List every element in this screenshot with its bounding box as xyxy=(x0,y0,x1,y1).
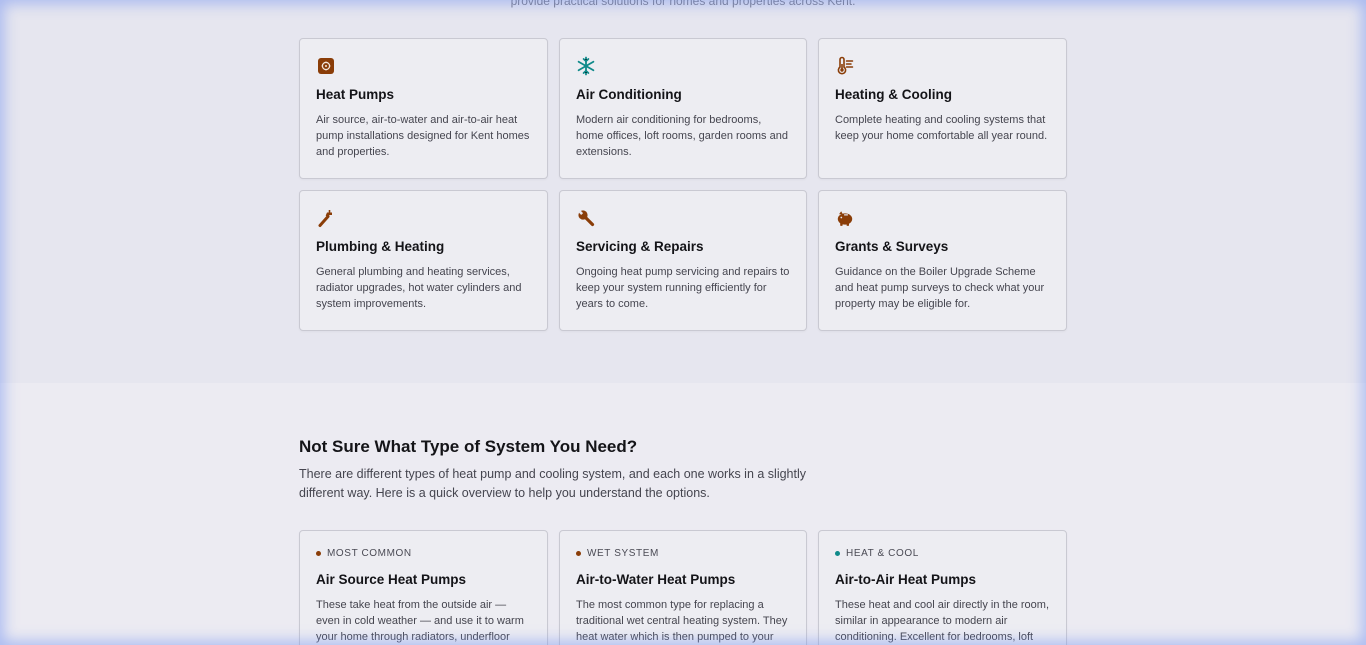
system-type-description: These take heat from the outside air — e… xyxy=(316,598,524,643)
pipe-wrench-icon xyxy=(318,210,332,227)
heat-pump-icon xyxy=(318,58,334,74)
service-title: Heating & Cooling xyxy=(835,87,952,102)
type-tag: HEAT & COOL xyxy=(835,547,1050,559)
piggy-bank-icon xyxy=(837,211,853,226)
system-type-card-air-to-air[interactable]: HEAT & COOL Air-to-Air Heat Pumps These … xyxy=(818,530,1067,645)
system-type-description: These heat and cool air directly in the … xyxy=(835,598,1050,643)
service-title: Heat Pumps xyxy=(316,87,395,102)
service-card-servicing-repairs[interactable]: Servicing & Repairs Ongoing heat pump se… xyxy=(559,190,807,331)
tag-label: HEAT & COOL xyxy=(846,547,919,559)
service-title: Grants & Surveys xyxy=(835,239,949,254)
tag-label: MOST COMMON xyxy=(327,547,412,559)
tag-dot xyxy=(835,550,840,556)
service-title: Plumbing & Heating xyxy=(316,239,445,254)
tag-dot xyxy=(576,550,581,556)
tag-label: WET SYSTEM xyxy=(587,547,659,559)
service-description: Air source, air-to-water and air-to-air … xyxy=(316,113,530,158)
tag-dot xyxy=(316,550,321,556)
section-title: Not Sure What Type of System You Need? xyxy=(299,437,638,456)
wrench-icon xyxy=(578,210,595,227)
snowflake-icon xyxy=(577,56,595,76)
system-type-description: The most common type for replacing a tra… xyxy=(576,598,788,643)
service-card-heating-cooling[interactable]: Heating & Cooling Complete heating and c… xyxy=(818,38,1067,179)
intro-text: provide practical solutions for homes an… xyxy=(510,0,856,8)
system-type-title: Air Source Heat Pumps xyxy=(316,572,467,587)
service-description: Guidance on the Boiler Upgrade Scheme an… xyxy=(835,265,1045,310)
service-description: Ongoing heat pump servicing and repairs … xyxy=(576,265,790,310)
service-card-heat-pumps[interactable]: Heat Pumps Air source, air-to-water and … xyxy=(299,38,548,179)
service-description: Modern air conditioning for bedrooms, ho… xyxy=(576,113,788,158)
service-description: Complete heating and cooling systems tha… xyxy=(835,113,1048,142)
system-type-card-air-source[interactable]: MOST COMMON Air Source Heat Pumps These … xyxy=(299,530,548,645)
system-types-grid: MOST COMMON Air Source Heat Pumps These … xyxy=(299,530,1067,645)
services-grid: Heat Pumps Air source, air-to-water and … xyxy=(299,38,1067,331)
service-description: General plumbing and heating services, r… xyxy=(316,265,522,310)
service-title: Air Conditioning xyxy=(576,87,682,102)
service-card-air-conditioning[interactable]: Air Conditioning Modern air conditioning… xyxy=(559,38,807,179)
system-type-card-air-to-water[interactable]: WET SYSTEM Air-to-Water Heat Pumps The m… xyxy=(559,530,807,645)
system-type-title: Air-to-Water Heat Pumps xyxy=(576,572,736,587)
type-tag: WET SYSTEM xyxy=(576,547,790,559)
thermometer-icon xyxy=(837,56,854,75)
service-title: Servicing & Repairs xyxy=(576,239,704,254)
type-tag: MOST COMMON xyxy=(316,547,531,559)
section-subtitle: There are different types of heat pump a… xyxy=(299,467,807,500)
service-card-plumbing-heating[interactable]: Plumbing & Heating General plumbing and … xyxy=(299,190,548,331)
service-card-grants-surveys[interactable]: Grants & Surveys Guidance on the Boiler … xyxy=(818,190,1067,331)
system-type-title: Air-to-Air Heat Pumps xyxy=(835,572,977,587)
